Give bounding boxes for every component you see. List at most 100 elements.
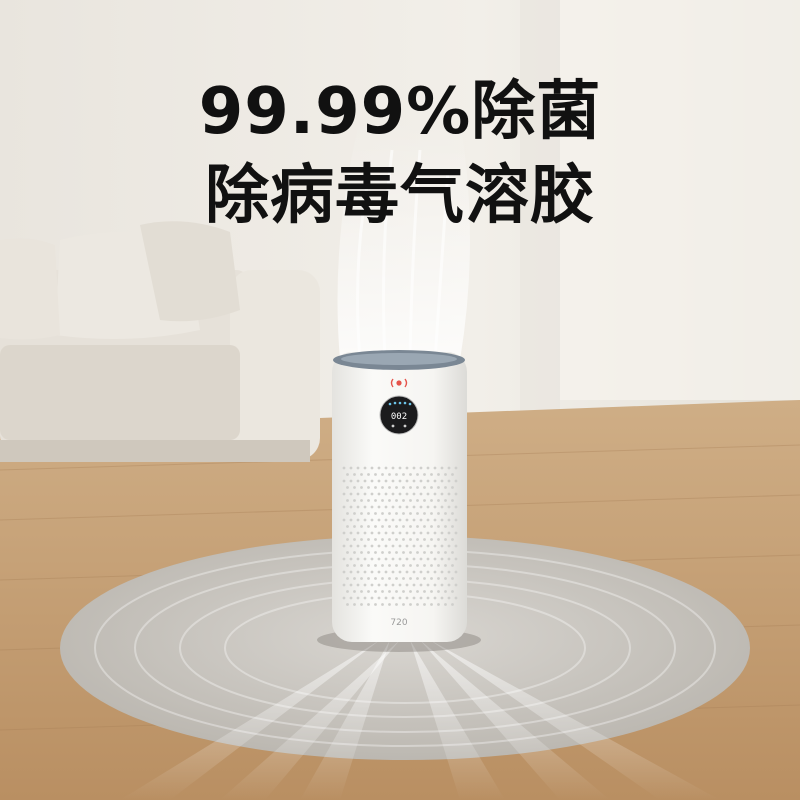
grill-hole: [391, 466, 395, 470]
grill-hole: [360, 603, 363, 606]
grill-hole: [430, 551, 433, 554]
grill-hole: [437, 538, 440, 541]
grill-hole: [444, 499, 447, 502]
mode-icon[interactable]: [403, 424, 407, 428]
grill-hole: [423, 603, 426, 606]
grill-hole: [426, 518, 430, 522]
grill-hole: [381, 512, 384, 515]
grill-hole: [440, 505, 444, 509]
grill-hole: [444, 564, 447, 567]
grill-hole: [374, 551, 377, 554]
grill-hole: [384, 518, 388, 522]
grill-hole: [391, 531, 395, 535]
grill-hole: [377, 557, 381, 561]
grill-hole: [423, 551, 426, 554]
grill-hole: [374, 590, 377, 593]
grill-hole: [356, 570, 360, 574]
grill-hole: [430, 577, 433, 580]
grill-hole: [402, 551, 405, 554]
grill-hole: [360, 577, 363, 580]
grill-hole: [342, 466, 346, 470]
grill-hole: [447, 492, 451, 496]
grill-hole: [360, 486, 363, 489]
grill-hole: [409, 564, 412, 567]
grill-hole: [377, 596, 381, 600]
grill-hole: [388, 512, 391, 515]
grill-hole: [346, 577, 349, 580]
grill-hole: [377, 531, 381, 535]
grill-hole: [426, 479, 430, 483]
grill-hole: [370, 531, 374, 535]
grill-hole: [391, 479, 395, 483]
grill-hole: [377, 570, 381, 574]
grill-hole: [356, 557, 360, 561]
grill-hole: [430, 603, 433, 606]
grill-hole: [433, 518, 437, 522]
grill-hole: [423, 486, 426, 489]
grill-hole: [447, 531, 451, 535]
grill-hole: [381, 551, 384, 554]
grill-hole: [409, 538, 412, 541]
grill-hole: [363, 583, 367, 587]
grill-hole: [405, 544, 409, 548]
grill-hole: [398, 518, 402, 522]
grill-hole: [437, 473, 440, 476]
grill-hole: [360, 499, 363, 502]
grill-hole: [384, 479, 388, 483]
power-icon[interactable]: [391, 424, 395, 428]
grill-hole: [412, 492, 416, 496]
grill-hole: [416, 564, 419, 567]
grill-hole: [398, 466, 402, 470]
grill-hole: [349, 531, 353, 535]
grill-hole: [416, 603, 419, 606]
grill-hole: [419, 544, 423, 548]
grill-hole: [363, 466, 367, 470]
grill-hole: [395, 512, 398, 515]
grill-hole: [451, 551, 454, 554]
grill-hole: [426, 505, 430, 509]
grill-hole: [402, 590, 405, 593]
grill-hole: [349, 505, 353, 509]
grill-hole: [402, 538, 405, 541]
grill-hole: [402, 512, 405, 515]
grill-hole: [349, 557, 353, 561]
grill-hole: [447, 596, 451, 600]
grill-hole: [381, 525, 384, 528]
grill-hole: [353, 603, 356, 606]
grill-hole: [398, 596, 402, 600]
grill-hole: [419, 570, 423, 574]
grill-hole: [451, 525, 454, 528]
grill-hole: [416, 473, 419, 476]
control-display[interactable]: 002: [379, 395, 419, 435]
grill-hole: [381, 486, 384, 489]
grill-hole: [444, 577, 447, 580]
grill-hole: [430, 564, 433, 567]
grill-hole: [388, 499, 391, 502]
grill-hole: [416, 512, 419, 515]
grill-hole: [447, 466, 451, 470]
grill-hole: [377, 583, 381, 587]
grill-hole: [395, 603, 398, 606]
grill-hole: [412, 557, 416, 561]
grill-hole: [346, 512, 349, 515]
grill-hole: [437, 486, 440, 489]
grill-hole: [444, 590, 447, 593]
grill-hole: [346, 603, 349, 606]
grill-hole: [342, 479, 346, 483]
grill-hole: [356, 479, 360, 483]
grill-hole: [440, 544, 444, 548]
grill-hole: [353, 577, 356, 580]
grill-hole: [381, 538, 384, 541]
grill-hole: [353, 551, 356, 554]
grill-hole: [433, 466, 437, 470]
grill-hole: [444, 512, 447, 515]
grill-hole: [391, 544, 395, 548]
grill-hole: [370, 570, 374, 574]
grill-hole: [437, 564, 440, 567]
grill-hole: [419, 557, 423, 561]
grill-hole: [433, 570, 437, 574]
grill-hole: [356, 505, 360, 509]
grill-hole: [356, 596, 360, 600]
grill-hole: [430, 538, 433, 541]
grill-hole: [423, 538, 426, 541]
